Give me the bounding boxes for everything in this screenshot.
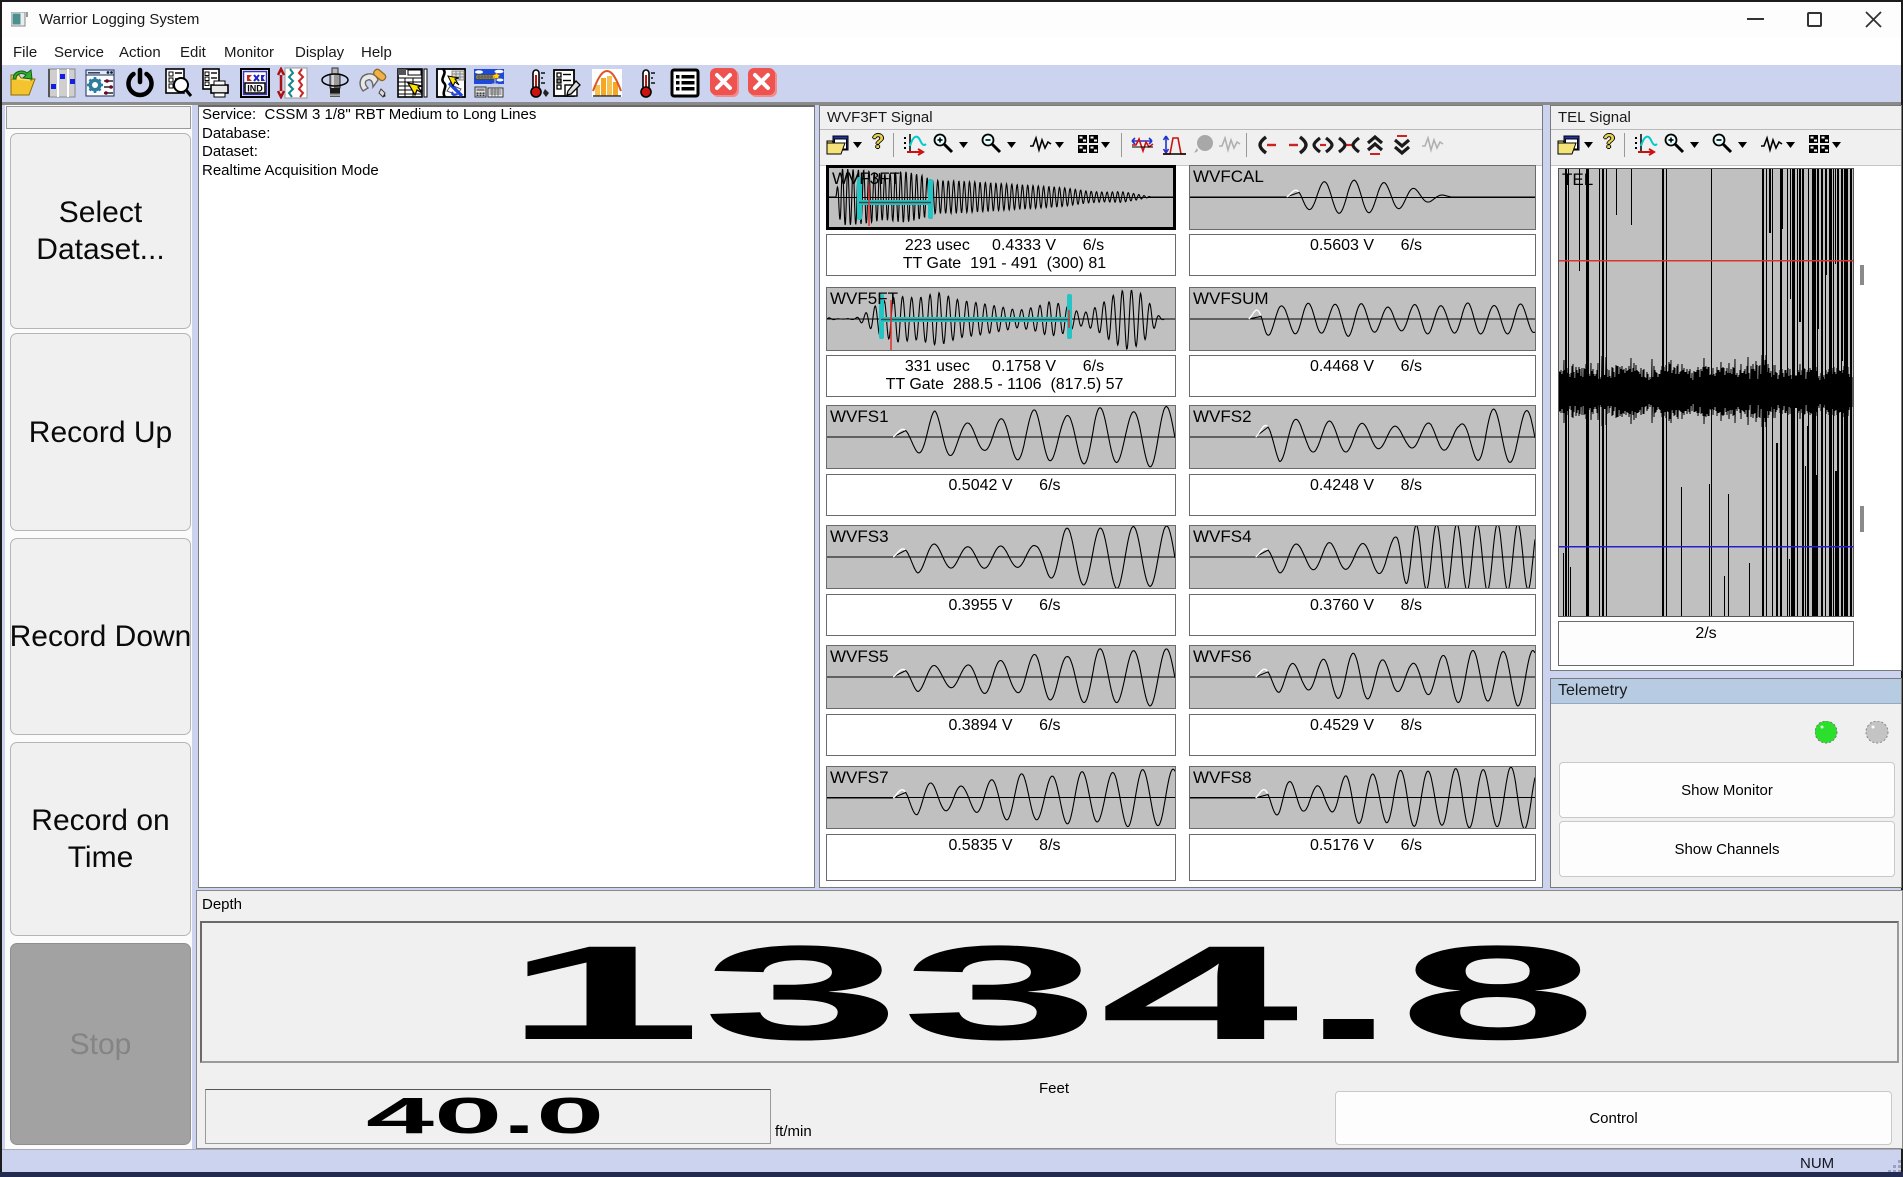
svg-text:IND: IND (247, 84, 263, 94)
